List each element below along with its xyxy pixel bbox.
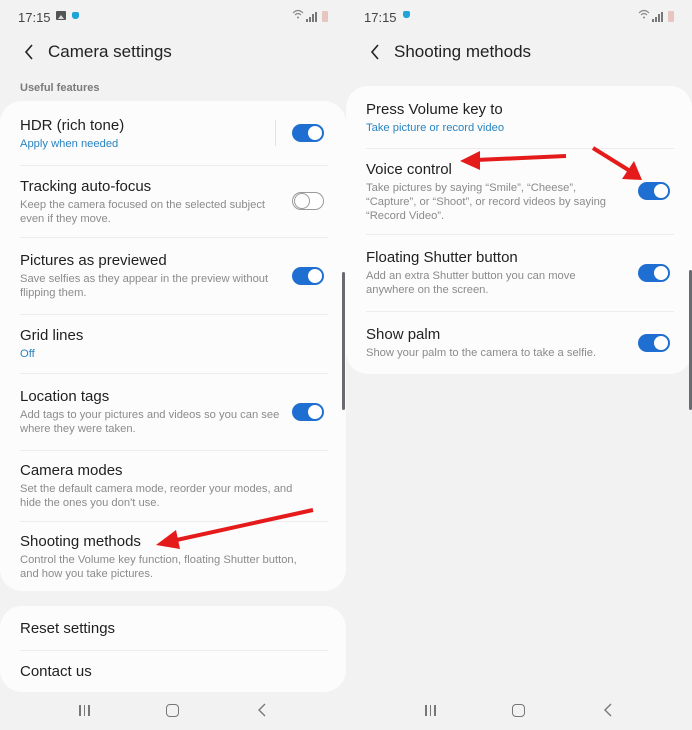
item-title: Reset settings — [20, 619, 116, 637]
recents-icon — [425, 704, 436, 716]
camera-settings-screen: 17:15 Camera settings Useful features HD… — [0, 0, 346, 730]
item-title: Location tags — [20, 388, 110, 405]
battery-icon — [668, 11, 674, 22]
location-tags-toggle[interactable] — [292, 402, 324, 421]
useful-features-card: HDR (rich tone) Apply when needed Tracki… — [0, 101, 346, 591]
setting-hdr[interactable]: HDR (rich tone) Apply when needed — [0, 101, 346, 165]
app-header: Camera settings — [0, 36, 346, 68]
notification-dot-icon — [72, 12, 79, 19]
signal-icon — [306, 12, 317, 22]
status-bar: 17:15 — [0, 0, 346, 34]
item-subtitle: Add an extra Shutter button you can move… — [366, 270, 576, 296]
navigation-bar — [0, 690, 346, 730]
toggle-knob — [307, 125, 323, 141]
item-title: Grid lines — [20, 327, 84, 344]
back-button[interactable] — [18, 41, 40, 63]
item-subtitle: Show your palm to the camera to take a s… — [366, 347, 597, 359]
item-title: Tracking auto-focus — [20, 177, 152, 195]
section-label: Useful features — [20, 82, 100, 94]
chevron-left-icon — [370, 44, 379, 60]
home-button[interactable] — [153, 695, 193, 725]
item-subtitle: Set the default camera mode, reorder you… — [20, 483, 293, 509]
toggle-knob — [294, 193, 310, 209]
item-subtitle: Off — [20, 348, 35, 360]
home-icon — [512, 703, 526, 717]
toggle-knob — [307, 403, 323, 420]
setting-grid-lines[interactable]: Grid lines Off — [0, 314, 346, 373]
status-time: 17:15 — [18, 10, 51, 25]
status-time: 17:15 — [364, 10, 397, 25]
recents-icon — [79, 704, 90, 716]
item-subtitle: Save selfies as they appear in the previ… — [20, 273, 269, 299]
page-title: Shooting methods — [394, 42, 532, 61]
toggle-knob — [653, 334, 669, 351]
toggle-knob — [653, 183, 669, 199]
item-title: Pictures as previewed — [20, 252, 167, 269]
item-subtitle: Take pictures by saying “Smile”, “Cheese… — [366, 181, 607, 222]
scrollbar[interactable] — [342, 272, 345, 410]
item-title: Camera modes — [20, 462, 123, 479]
status-bar: 17:15 — [346, 0, 692, 34]
item-title: Press Volume key to — [366, 100, 503, 118]
shooting-methods-screen: 17:15 Shooting methods Press Volume key … — [346, 0, 692, 730]
item-subtitle: Keep the camera focused on the selected … — [20, 198, 266, 225]
item-title: Shooting methods — [20, 532, 141, 550]
tracking-auto-focus-toggle[interactable] — [292, 192, 324, 210]
item-title: Contact us — [20, 662, 92, 680]
battery-icon — [322, 11, 328, 22]
signal-icon — [652, 12, 663, 22]
back-icon — [257, 703, 266, 717]
item-title: Voice control — [366, 160, 452, 178]
item-subtitle: Apply when needed — [20, 137, 119, 150]
back-icon — [603, 703, 612, 717]
item-title: Show palm — [366, 326, 441, 343]
setting-voice-control[interactable]: Voice control Take pictures by saying “S… — [346, 148, 692, 234]
shooting-methods-card: Press Volume key to Take picture or reco… — [346, 86, 692, 374]
nav-back-button[interactable] — [588, 695, 628, 725]
contact-us[interactable]: Contact us — [0, 650, 346, 692]
reset-settings[interactable]: Reset settings — [0, 606, 346, 650]
item-subtitle: Add tags to your pictures and videos so … — [20, 409, 280, 435]
chevron-left-icon — [24, 44, 33, 60]
setting-location-tags[interactable]: Location tags Add tags to your pictures … — [0, 373, 346, 450]
item-title: HDR (rich tone) — [20, 116, 125, 134]
item-subtitle: Control the Volume key function, floatin… — [20, 553, 297, 580]
item-title: Floating Shutter button — [366, 249, 518, 266]
divider — [275, 120, 276, 146]
app-header: Shooting methods — [346, 36, 692, 68]
show-palm-toggle[interactable] — [638, 333, 670, 352]
recents-button[interactable] — [410, 695, 450, 725]
setting-floating-shutter-button[interactable]: Floating Shutter button Add an extra Shu… — [346, 234, 692, 311]
setting-camera-modes[interactable]: Camera modes Set the default camera mode… — [0, 450, 346, 521]
notification-dot-icon — [403, 11, 410, 18]
toggle-knob — [307, 267, 323, 284]
home-icon — [166, 703, 180, 717]
setting-shooting-methods[interactable]: Shooting methods Control the Volume key … — [0, 521, 346, 591]
setting-press-volume-key[interactable]: Press Volume key to Take picture or reco… — [346, 86, 692, 148]
wifi-icon — [292, 9, 304, 22]
floating-shutter-toggle[interactable] — [638, 263, 670, 282]
page-title: Camera settings — [48, 42, 172, 61]
home-button[interactable] — [499, 695, 539, 725]
wifi-icon — [638, 9, 650, 22]
pictures-as-previewed-toggle[interactable] — [292, 266, 324, 285]
nav-back-button[interactable] — [242, 695, 282, 725]
voice-control-toggle[interactable] — [638, 182, 670, 200]
navigation-bar — [346, 690, 692, 730]
support-card: Reset settings Contact us — [0, 606, 346, 692]
back-button[interactable] — [364, 41, 386, 63]
hdr-toggle[interactable] — [292, 124, 324, 142]
setting-tracking-auto-focus[interactable]: Tracking auto-focus Keep the camera focu… — [0, 165, 346, 237]
setting-show-palm[interactable]: Show palm Show your palm to the camera t… — [346, 311, 692, 374]
setting-pictures-as-previewed[interactable]: Pictures as previewed Save selfies as th… — [0, 237, 346, 314]
recents-button[interactable] — [64, 695, 104, 725]
toggle-knob — [653, 264, 669, 281]
item-subtitle: Take picture or record video — [366, 121, 505, 134]
image-icon — [56, 11, 66, 20]
